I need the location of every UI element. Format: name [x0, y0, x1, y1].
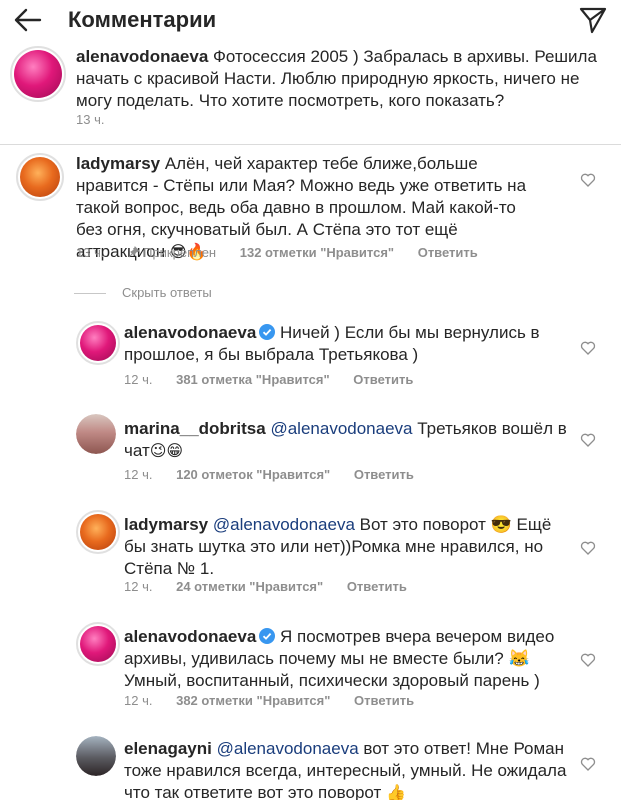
reply-username[interactable]: marina__dobritsa: [124, 419, 266, 438]
reply-emoji: 👍: [386, 783, 406, 800]
heart-icon[interactable]: [580, 540, 596, 556]
reply-meta: 12 ч. 120 отметок "Нравится" Ответить: [124, 467, 434, 483]
reply-text: ladymarsy @alenavodonaeva Вот это поворо…: [124, 514, 569, 580]
verified-badge-icon: [259, 324, 276, 340]
send-direct-icon[interactable]: [578, 5, 608, 35]
reply-time: 12 ч.: [124, 372, 153, 387]
heart-icon[interactable]: [580, 340, 596, 356]
mention-link[interactable]: @alenavodonaeva: [213, 515, 355, 534]
back-arrow-icon[interactable]: [12, 4, 44, 36]
reply-time: 12 ч.: [124, 693, 153, 708]
pinned-indicator: Прикреплен: [128, 245, 220, 260]
reply-time: 12 ч.: [124, 467, 153, 482]
heart-icon[interactable]: [580, 432, 596, 448]
reply-username[interactable]: alenavodonaeva: [124, 323, 256, 342]
reply-meta: 12 ч. 381 отметка "Нравится" Ответить: [124, 372, 433, 388]
reply-text: alenavodonaeva Я посмотрев вчера вечером…: [124, 626, 569, 692]
comment-meta: 13 ч. Прикреплен 132 отметки "Нравится" …: [76, 245, 498, 261]
avatar[interactable]: [76, 736, 116, 776]
heart-icon[interactable]: [580, 756, 596, 772]
reply-meta: 12 ч. 382 отметки "Нравится" Ответить: [124, 693, 434, 709]
avatar[interactable]: [10, 46, 66, 102]
likes-count[interactable]: 120 отметок "Нравится": [176, 467, 330, 482]
reply-emoji: 😉😁: [149, 441, 184, 460]
avatar[interactable]: [16, 153, 64, 201]
likes-count[interactable]: 24 отметки "Нравится": [176, 579, 323, 594]
hide-replies-button[interactable]: Скрыть ответы: [122, 285, 212, 300]
caption-text: alenavodonaeva Фотосессия 2005 ) Забрала…: [76, 46, 606, 112]
caption-username[interactable]: alenavodonaeva: [76, 47, 208, 66]
reply-username[interactable]: elenagayni: [124, 739, 212, 758]
reply-button[interactable]: Ответить: [418, 245, 478, 260]
likes-count[interactable]: 382 отметки "Нравится": [176, 693, 330, 708]
divider: [0, 144, 621, 145]
mention-link[interactable]: @alenavodonaeva: [270, 419, 412, 438]
avatar[interactable]: [76, 414, 116, 454]
caption-meta: 13 ч.: [76, 112, 124, 128]
heart-icon[interactable]: [580, 172, 596, 188]
caption-time: 13 ч.: [76, 112, 105, 127]
pinned-label: Прикреплен: [143, 245, 217, 260]
likes-count[interactable]: 132 отметки "Нравится": [240, 245, 394, 260]
avatar[interactable]: [76, 622, 120, 666]
mention-link[interactable]: @alenavodonaeva: [217, 739, 359, 758]
avatar[interactable]: [76, 510, 120, 554]
comment-time: 13 ч.: [76, 245, 105, 260]
reply-button[interactable]: Ответить: [354, 467, 414, 482]
reply-username[interactable]: ladymarsy: [124, 515, 208, 534]
reply-button[interactable]: Ответить: [354, 693, 414, 708]
heart-icon[interactable]: [580, 652, 596, 668]
reply-button[interactable]: Ответить: [347, 579, 407, 594]
reply-meta: 12 ч. 24 отметки "Нравится" Ответить: [124, 579, 427, 595]
page-title: Комментарии: [68, 7, 217, 32]
comment-username[interactable]: ladymarsy: [76, 154, 160, 173]
reply-username[interactable]: alenavodonaeva: [124, 627, 256, 646]
pin-icon: [128, 246, 141, 258]
post-caption: alenavodonaeva Фотосессия 2005 ) Забрала…: [0, 40, 621, 144]
verified-badge-icon: [259, 628, 276, 644]
reply-time: 12 ч.: [124, 579, 153, 594]
hide-replies-line: [74, 293, 106, 294]
reply-text: alenavodonaeva Ничей ) Если бы мы вернул…: [124, 322, 569, 366]
reply-text: elenagayni @alenavodonaeva вот это ответ…: [124, 738, 569, 800]
reply-text: marina__dobritsa @alenavodonaeva Третьяк…: [124, 418, 569, 462]
avatar[interactable]: [76, 321, 120, 365]
header-bar: Комментарии: [0, 0, 621, 40]
likes-count[interactable]: 381 отметка "Нравится": [176, 372, 330, 387]
reply-button[interactable]: Ответить: [353, 372, 413, 387]
